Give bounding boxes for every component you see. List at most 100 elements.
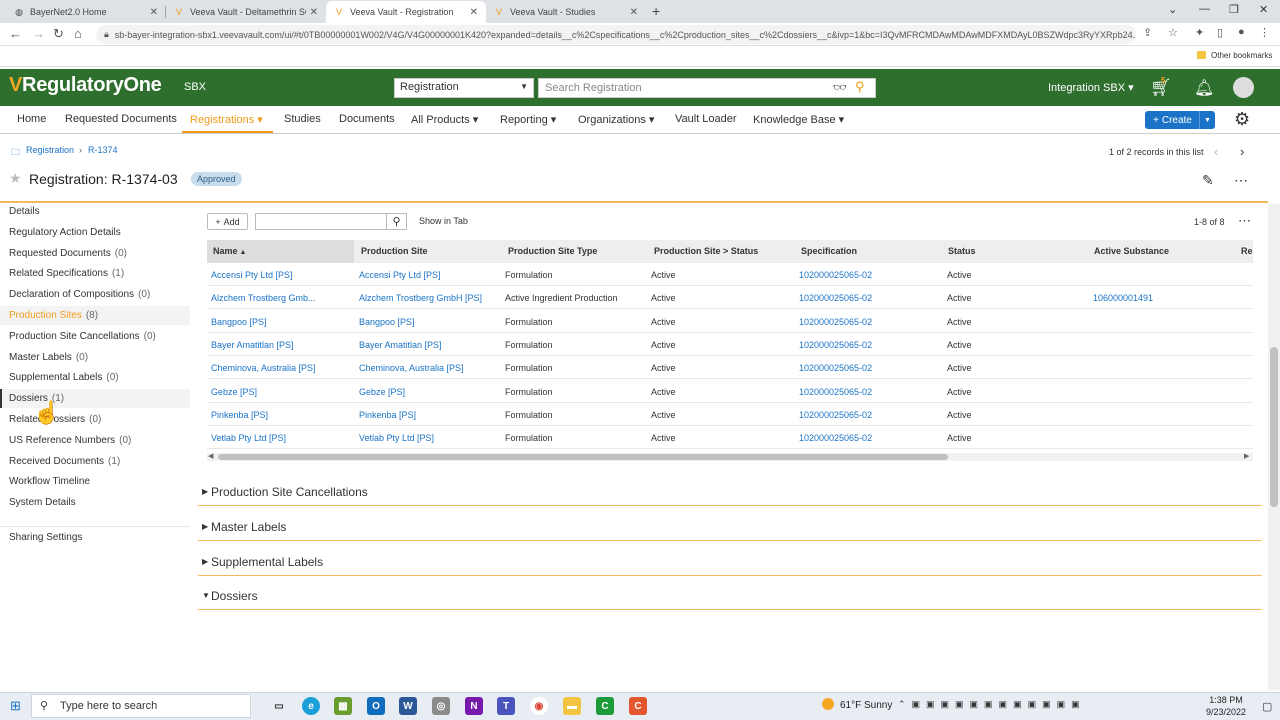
table-cell[interactable]: 102000025065-02 [799, 433, 872, 443]
table-cell[interactable]: Pinkenba [PS] [211, 410, 268, 420]
nav-home[interactable]: Home [17, 113, 46, 125]
section-title[interactable]: Production Site Cancellations [211, 485, 368, 499]
horizontal-scroll-thumb[interactable] [218, 454, 948, 460]
table-cell[interactable]: Accensi Pty Ltd [PS] [359, 270, 441, 280]
task-view-icon[interactable]: ▭ [270, 697, 288, 715]
column-header-re[interactable]: Re [1241, 246, 1253, 256]
filter-search-button[interactable]: ⚲ [386, 213, 407, 230]
outlook-icon[interactable]: O [367, 697, 385, 715]
table-cell[interactable]: 102000025065-02 [799, 363, 872, 373]
scroll-right-icon[interactable]: ▶ [1244, 452, 1249, 460]
nav-documents[interactable]: Documents [339, 113, 395, 125]
camtasia-icon[interactable]: C [596, 697, 614, 715]
section-title[interactable]: Dossiers [211, 589, 258, 603]
nav-vault-loader[interactable]: Vault Loader [675, 113, 737, 125]
search-icon[interactable]: ⚲ [855, 79, 865, 95]
table-cell[interactable]: Bangpoo [PS] [211, 317, 267, 327]
sidebar-item-supplemental-labels[interactable]: Supplemental Labels (0) [9, 372, 119, 383]
section-supplemental-labels[interactable] [198, 548, 1262, 576]
snagit-icon[interactable]: C [629, 697, 647, 715]
browser-tab[interactable]: V Veeva Vault - Studies ✕ [486, 1, 646, 23]
maximize-icon[interactable]: ❐ [1229, 3, 1239, 16]
sidebar-item-sharing-settings[interactable]: Sharing Settings [9, 532, 82, 543]
column-header-production-site-status[interactable]: Production Site > Status [654, 246, 758, 256]
sidebar-item-production-site-cancellations[interactable]: Production Site Cancellations (0) [9, 331, 156, 342]
extensions-icon[interactable]: ✦ [1195, 26, 1204, 39]
caret-right-icon[interactable]: ▶ [202, 557, 208, 566]
next-record-icon[interactable]: › [1240, 144, 1244, 159]
vertical-scroll-thumb[interactable] [1270, 347, 1278, 507]
close-icon[interactable]: ✕ [310, 7, 318, 18]
breadcrumb-root[interactable]: Registration [26, 145, 74, 155]
table-cell[interactable]: 102000025065-02 [799, 270, 872, 280]
table-cell[interactable]: Bayer Amatitlan [PS] [359, 340, 442, 350]
table-cell[interactable]: 102000025065-02 [799, 340, 872, 350]
edit-pencil-icon[interactable]: ✎ [1202, 172, 1214, 189]
column-header-active-substance[interactable]: Active Substance [1094, 246, 1169, 256]
section-master-labels[interactable] [198, 513, 1262, 541]
back-icon[interactable]: ← [9, 26, 22, 41]
store-icon[interactable]: ▦ [334, 697, 352, 715]
table-cell[interactable]: Bayer Amatitlan [PS] [211, 340, 294, 350]
add-button[interactable]: + Add [207, 213, 248, 230]
sidebar-item-master-labels[interactable]: Master Labels (0) [9, 352, 88, 363]
nav-organizations[interactable]: Organizations ▾ [578, 113, 654, 126]
section-title[interactable]: Master Labels [211, 520, 286, 534]
clock[interactable]: 1:38 PM 9/23/2022 [1206, 694, 1246, 718]
menu-icon[interactable]: ⋮ [1259, 26, 1270, 39]
section-title[interactable]: Supplemental Labels [211, 555, 323, 569]
sidebar-item-system-details[interactable]: System Details [9, 497, 76, 508]
nav-requested-documents[interactable]: Requested Documents [65, 113, 177, 125]
column-header-production-site-type[interactable]: Production Site Type [508, 246, 597, 256]
weather-text[interactable]: 61°F Sunny [840, 700, 892, 711]
sidebar-item-related-specifications[interactable]: Related Specifications (1) [9, 268, 124, 279]
nav-studies[interactable]: Studies [284, 113, 321, 125]
reload-icon[interactable]: ↻ [53, 26, 64, 42]
table-cell[interactable]: Alzchem Trostberg Gmb... [211, 293, 316, 303]
column-header-status[interactable]: Status [948, 246, 976, 256]
system-tray-icons[interactable]: ⌃▣▣▣▣▣▣▣▣▣▣▣▣ [898, 699, 1086, 710]
sidebar-item-details[interactable]: Details [9, 206, 40, 217]
nav-all-products[interactable]: All Products ▾ [411, 113, 478, 126]
nav-knowledge-base[interactable]: Knowledge Base ▾ [753, 113, 844, 126]
table-more-icon[interactable]: ⋯ [1238, 213, 1251, 229]
column-header-production-site[interactable]: Production Site [361, 246, 428, 256]
close-icon[interactable]: ✕ [630, 7, 638, 18]
table-cell[interactable]: Cheminova, Australia [PS] [211, 363, 316, 373]
table-cell[interactable]: Gebze [PS] [359, 387, 405, 397]
sidepanel-icon[interactable]: ▯ [1217, 26, 1223, 39]
nav-registrations[interactable]: Registrations ▾ [190, 113, 263, 126]
table-cell[interactable]: 102000025065-02 [799, 410, 872, 420]
table-cell[interactable]: 102000025065-02 [799, 317, 872, 327]
home-icon[interactable]: ⌂ [74, 26, 82, 41]
onenote-icon[interactable]: N [465, 697, 483, 715]
table-cell[interactable]: 106000001491 [1093, 293, 1153, 303]
minimize-icon[interactable]: — [1199, 3, 1210, 15]
tab-search-icon[interactable]: ⌄ [1168, 3, 1177, 16]
bookmark-star-icon[interactable]: ☆ [1168, 26, 1178, 39]
table-cell[interactable]: Cheminova, Australia [PS] [359, 363, 464, 373]
table-cell[interactable]: Bangpoo [PS] [359, 317, 415, 327]
caret-down-icon[interactable]: ▼ [202, 591, 210, 600]
chrome-icon[interactable]: ◉ [530, 697, 548, 715]
table-cell[interactable]: Vetlab Pty Ltd [PS] [211, 433, 286, 443]
teams-icon[interactable]: T [497, 697, 515, 715]
profile-icon[interactable]: ● [1238, 26, 1245, 38]
app-icon[interactable]: ◎ [432, 697, 450, 715]
address-bar[interactable]: 🔒︎ sb-bayer-integration-sbx1.veevavault.… [96, 25, 1136, 44]
taskbar-search-input[interactable]: Type here to search [31, 694, 251, 718]
edge-icon[interactable]: e [302, 697, 320, 715]
window-close-icon[interactable]: ✕ [1259, 3, 1268, 16]
favorite-star-icon[interactable]: ★ [9, 170, 22, 187]
nav-reporting[interactable]: Reporting ▾ [500, 113, 556, 126]
table-cell[interactable]: 102000025065-02 [799, 293, 872, 303]
more-actions-icon[interactable]: ⋯ [1234, 172, 1248, 189]
table-cell[interactable]: Alzchem Trostberg GmbH [PS] [359, 293, 482, 303]
sidebar-item-us-reference-numbers[interactable]: US Reference Numbers (0) [9, 435, 131, 446]
scroll-left-icon[interactable]: ◀ [208, 452, 213, 460]
avatar[interactable] [1233, 77, 1254, 98]
breadcrumb-item[interactable]: R-1374 [88, 145, 118, 155]
table-cell[interactable]: 102000025065-02 [799, 387, 872, 397]
browser-tab-active[interactable]: V Veeva Vault - Registration ✕ [326, 1, 486, 23]
sidebar-item-received-documents[interactable]: Received Documents (1) [9, 456, 120, 467]
